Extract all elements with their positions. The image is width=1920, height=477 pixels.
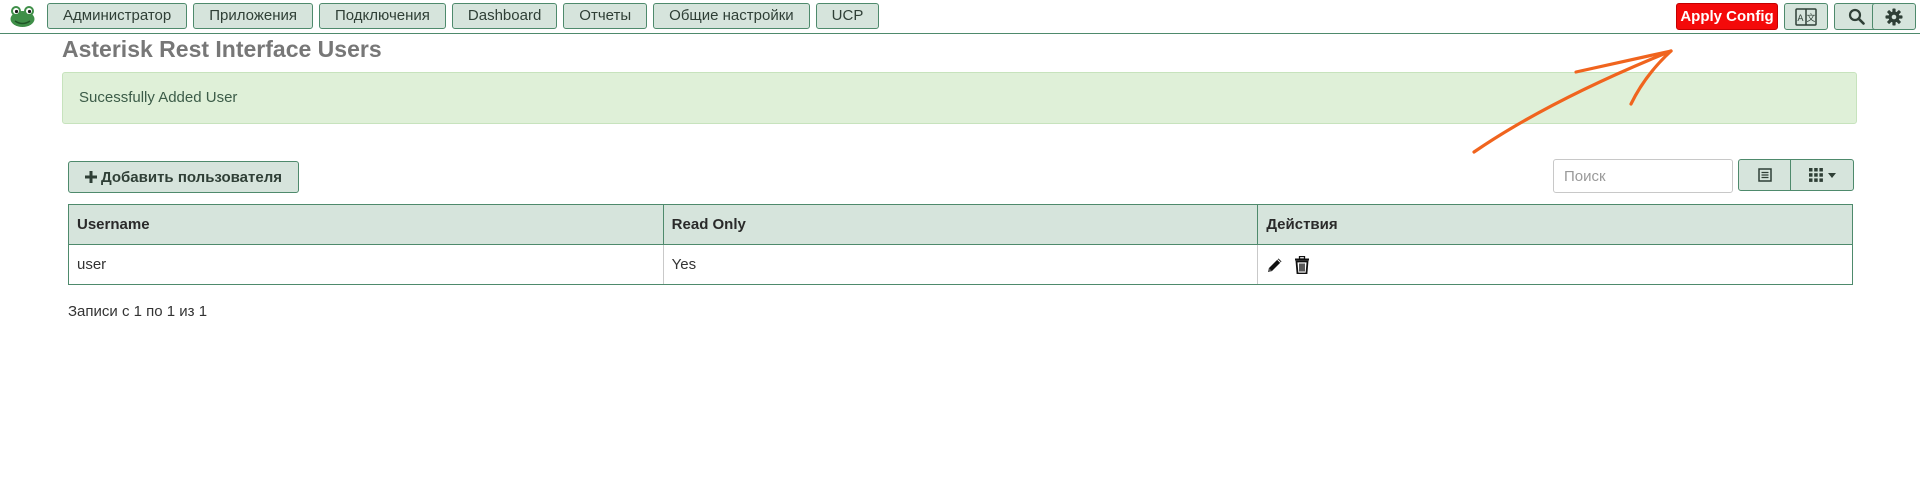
search-input[interactable]: [1553, 159, 1733, 193]
columns-dropdown-button[interactable]: [1791, 160, 1853, 190]
svg-text:A: A: [1797, 14, 1804, 24]
add-user-label: Добавить пользователя: [101, 168, 282, 186]
delete-icon[interactable]: [1294, 255, 1310, 274]
plus-icon: [85, 171, 97, 183]
list-icon: [1757, 168, 1772, 182]
annotation-arrow-icon: [1472, 49, 1673, 154]
svg-text:文: 文: [1806, 12, 1815, 24]
cell-read-only: Yes: [662, 244, 1259, 285]
menu-applications[interactable]: Приложения: [193, 3, 313, 29]
main-menu: Администратор Приложения Подключения Das…: [47, 3, 880, 29]
cell-username: user: [68, 244, 664, 285]
column-header-username[interactable]: Username: [68, 204, 664, 245]
list-view-button[interactable]: [1739, 160, 1791, 190]
menu-settings[interactable]: Общие настройки: [653, 3, 810, 29]
view-toggle-group: [1738, 159, 1854, 191]
apply-config-button[interactable]: Apply Config: [1676, 3, 1778, 30]
frog-logo-icon[interactable]: [9, 4, 36, 28]
table-header-row: Username Read Only Действия: [68, 204, 1853, 245]
column-header-actions: Действия: [1257, 204, 1853, 245]
settings-button[interactable]: [1872, 3, 1916, 30]
gear-icon: [1885, 8, 1903, 25]
column-header-read-only[interactable]: Read Only: [662, 204, 1259, 245]
cell-actions: [1257, 244, 1853, 285]
language-button[interactable]: A 文: [1784, 3, 1828, 30]
menu-admin[interactable]: Администратор: [47, 3, 188, 29]
pagination-info: Записи с 1 по 1 из 1: [68, 303, 208, 320]
menu-dashboard[interactable]: Dashboard: [451, 3, 558, 29]
users-table: Username Read Only Действия user Yes: [68, 204, 1853, 285]
caret-down-icon: [1827, 172, 1836, 178]
menu-ucp[interactable]: UCP: [815, 3, 880, 29]
table-row: user Yes: [68, 244, 1853, 285]
menu-connectivity[interactable]: Подключения: [319, 3, 446, 29]
top-navbar: Администратор Приложения Подключения Das…: [0, 0, 1920, 34]
menu-reports[interactable]: Отчеты: [563, 3, 648, 29]
grid-icon: [1808, 168, 1823, 182]
edit-icon[interactable]: [1266, 256, 1284, 274]
search-icon: [1848, 8, 1865, 25]
page-title: Asterisk Rest Interface Users: [62, 36, 382, 62]
add-user-button[interactable]: Добавить пользователя: [68, 161, 299, 193]
language-icon: A 文: [1795, 7, 1817, 26]
